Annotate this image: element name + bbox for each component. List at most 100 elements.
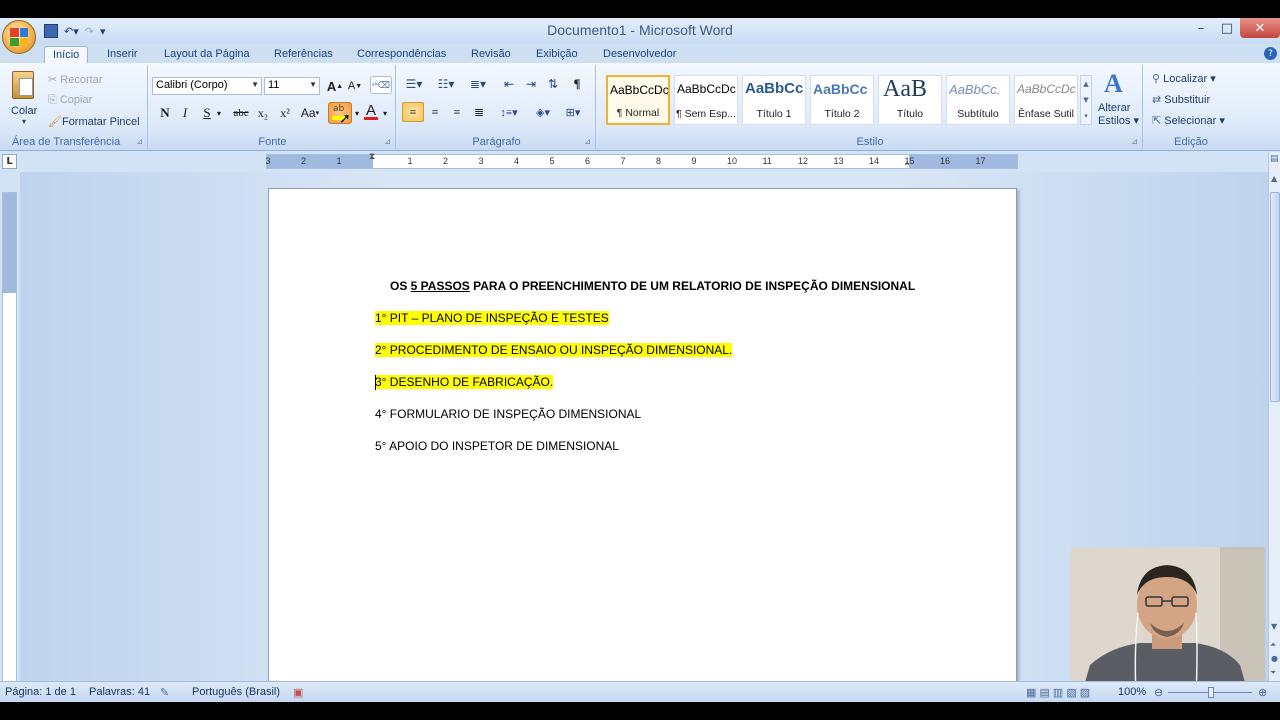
zoom-slider[interactable] — [1168, 687, 1252, 698]
borders-button[interactable]: ⊞▾ — [560, 103, 586, 121]
style-no-spacing[interactable]: AaBbCcDc ¶ Sem Esp... — [674, 75, 738, 125]
next-page-icon[interactable]: ⏷ — [1270, 668, 1276, 678]
zoom-level[interactable]: 100% — [1118, 686, 1146, 698]
help-icon[interactable]: ? — [1264, 47, 1277, 60]
superscript-button[interactable]: x² — [276, 104, 294, 122]
dialog-launcher-icon[interactable]: ⊿ — [136, 137, 143, 146]
paste-dropdown-icon[interactable]: ▾ — [22, 117, 26, 126]
tab-layout[interactable]: Layout da Página — [164, 46, 250, 64]
scroll-down-icon[interactable]: ▼ — [1271, 622, 1277, 631]
font-size-combo[interactable]: 11 ▼ — [264, 77, 320, 95]
indent-marker-icon[interactable]: ⧗ — [369, 152, 375, 162]
shading-button[interactable]: ◈▾ — [530, 103, 556, 121]
view-buttons[interactable]: ▦ ▤ ▥ ▧ ▨ — [1026, 686, 1090, 699]
document-line-1[interactable]: 1° PIT – PLANO DE INSPEÇÃO E TESTES — [375, 311, 609, 325]
zoom-in-icon[interactable]: ⊕ — [1258, 686, 1267, 699]
grow-font-button[interactable]: A ▲ — [326, 77, 344, 95]
style-subtitle[interactable]: AaBbCc. Subtítulo — [946, 75, 1010, 125]
numbering-button[interactable]: ☷▾ — [434, 75, 458, 93]
word-count[interactable]: Palavras: 41 — [89, 686, 150, 698]
style-title[interactable]: AaB Título — [878, 75, 942, 125]
document-line-3[interactable]: 3° DESENHO DE FABRICAÇÃO. — [375, 375, 554, 390]
style-normal[interactable]: AaBbCcDc ¶ Normal — [606, 75, 670, 125]
zoom-slider-thumb[interactable] — [1208, 687, 1214, 698]
strikethrough-button[interactable]: abc — [230, 104, 252, 122]
show-marks-button[interactable]: ¶ — [568, 75, 586, 93]
document-title[interactable]: OS 5 PASSOS PARA O PREENCHIMENTO DE UM R… — [390, 279, 915, 293]
find-button[interactable]: ⚲ Localizar ▾ — [1152, 72, 1216, 85]
vertical-scrollbar[interactable]: ▤ ▲ ▼ ⏶ ● ⏷ — [1268, 152, 1280, 682]
align-center-button[interactable]: ≡ — [426, 103, 444, 121]
chevron-down-icon: ▼ — [309, 80, 317, 89]
subscript-button[interactable]: x₂ — [254, 104, 272, 122]
dialog-launcher-icon[interactable]: ⊿ — [584, 137, 591, 146]
close-button[interactable]: ✕ — [1240, 18, 1280, 38]
scroll-up-icon[interactable]: ▲ — [1271, 174, 1277, 183]
document-page[interactable]: OS 5 PASSOS PARA O PREENCHIMENTO DE UM R… — [268, 188, 1017, 702]
tab-referencias[interactable]: Referências — [274, 46, 333, 64]
increase-indent-button[interactable]: ⇥ — [522, 75, 540, 93]
justify-button[interactable]: ≣ — [470, 103, 488, 121]
format-painter-button[interactable]: 🖌Formatar Pincel — [48, 115, 140, 128]
minimize-button[interactable]: – — [1188, 18, 1214, 38]
proofing-icon[interactable]: ✎ — [160, 686, 169, 699]
binoculars-icon: ⚲ — [1152, 73, 1164, 85]
line-spacing-button[interactable]: ↕≡▾ — [496, 103, 522, 121]
align-left-button[interactable]: ≡ — [402, 102, 424, 122]
style-heading-1[interactable]: AaBbCc Título 1 — [742, 75, 806, 125]
dialog-launcher-icon[interactable]: ⊿ — [1131, 137, 1138, 146]
prev-page-icon[interactable]: ⏶ — [1270, 640, 1276, 650]
highlight-dropdown-icon[interactable]: ▾ — [353, 104, 361, 122]
font-name-combo[interactable]: Calibri (Corpo) ▼ — [152, 77, 262, 95]
font-color-button[interactable]: A — [362, 102, 380, 120]
style-heading-2[interactable]: AaBbCc Título 2 — [810, 75, 874, 125]
style-subtle-emphasis[interactable]: AaBbCcDc Ênfase Sutil — [1014, 75, 1078, 125]
sort-button[interactable]: ⇅ — [544, 75, 562, 93]
bullets-button[interactable]: ☰▾ — [402, 75, 426, 93]
decrease-indent-button[interactable]: ⇤ — [500, 75, 518, 93]
highlight-button[interactable]: ab ➚ — [328, 102, 352, 127]
tab-inicio[interactable]: Início — [44, 46, 89, 64]
replace-button[interactable]: ⇄ Substituir — [1152, 93, 1210, 106]
tab-desenvolvedor[interactable]: Desenvolvedor — [603, 46, 676, 64]
italic-button[interactable]: I — [176, 104, 194, 122]
shrink-font-button[interactable]: A ▼ — [346, 77, 364, 95]
change-case-button[interactable]: Aa ▾ — [298, 104, 322, 122]
document-line-2[interactable]: 2° PROCEDIMENTO DE ENSAIO OU INSPEÇÃO DI… — [375, 343, 733, 357]
underline-dropdown-icon[interactable]: ▾ — [214, 104, 224, 122]
tab-correspondencias[interactable]: Correspondências — [357, 46, 446, 64]
paste-button[interactable]: Colar ▾ — [6, 69, 42, 126]
select-button[interactable]: ⇱ Selecionar ▾ — [1152, 114, 1225, 127]
vertical-ruler[interactable] — [2, 192, 17, 696]
copy-button[interactable]: ⎘ Copiar — [48, 94, 92, 107]
paintbrush-icon: 🖌 — [48, 116, 62, 128]
language-indicator[interactable]: Português (Brasil) — [192, 686, 280, 698]
align-right-button[interactable]: ≡ — [448, 103, 466, 121]
zoom-out-icon[interactable]: ⊖ — [1154, 686, 1163, 699]
multilevel-list-button[interactable]: ≣▾ — [466, 75, 490, 93]
tab-inserir[interactable]: Inserir — [107, 46, 138, 64]
office-button[interactable] — [2, 20, 36, 54]
styles-scroll[interactable]: ▲ ▼ ▾ — [1080, 75, 1092, 125]
status-bar: Página: 1 de 1 Palavras: 41 ✎ Português … — [0, 681, 1280, 702]
bold-button[interactable]: N — [156, 104, 174, 122]
dialog-launcher-icon[interactable]: ⊿ — [384, 137, 391, 146]
clear-format-button[interactable]: ᵃᵇ⌫ — [370, 76, 392, 94]
scroll-thumb[interactable] — [1270, 192, 1280, 402]
browse-object-icon[interactable]: ● — [1271, 654, 1278, 663]
horizontal-ruler[interactable]: 3 2 1 1 2 3 4 5 6 7 8 9 10 11 12 13 14 15 16 17 ⧗ ▵ — [266, 152, 1018, 169]
tab-exibicao[interactable]: Exibição — [536, 46, 578, 64]
document-line-5[interactable]: 5° APOIO DO INSPETOR DE DIMENSIONAL — [375, 439, 619, 453]
page-count[interactable]: Página: 1 de 1 — [5, 686, 76, 698]
change-styles-button[interactable]: A Alterar Estilos ▾ — [1096, 69, 1140, 129]
borders-icon: ⊞▾ — [565, 106, 581, 119]
macro-record-icon[interactable]: ▣ — [293, 686, 303, 699]
tab-revisao[interactable]: Revisão — [471, 46, 511, 64]
ruler-toggle-icon[interactable]: ▤ — [1270, 154, 1279, 164]
right-indent-marker-icon[interactable]: ▵ — [905, 158, 910, 168]
cut-button[interactable]: ✂ Recortar — [48, 73, 102, 86]
font-color-dropdown-icon[interactable]: ▾ — [381, 104, 389, 122]
tab-selector[interactable]: L — [2, 154, 17, 169]
document-line-4[interactable]: 4° FORMULARIO DE INSPEÇÃO DIMENSIONAL — [375, 407, 641, 421]
maximize-button[interactable]: □ — [1214, 18, 1240, 38]
